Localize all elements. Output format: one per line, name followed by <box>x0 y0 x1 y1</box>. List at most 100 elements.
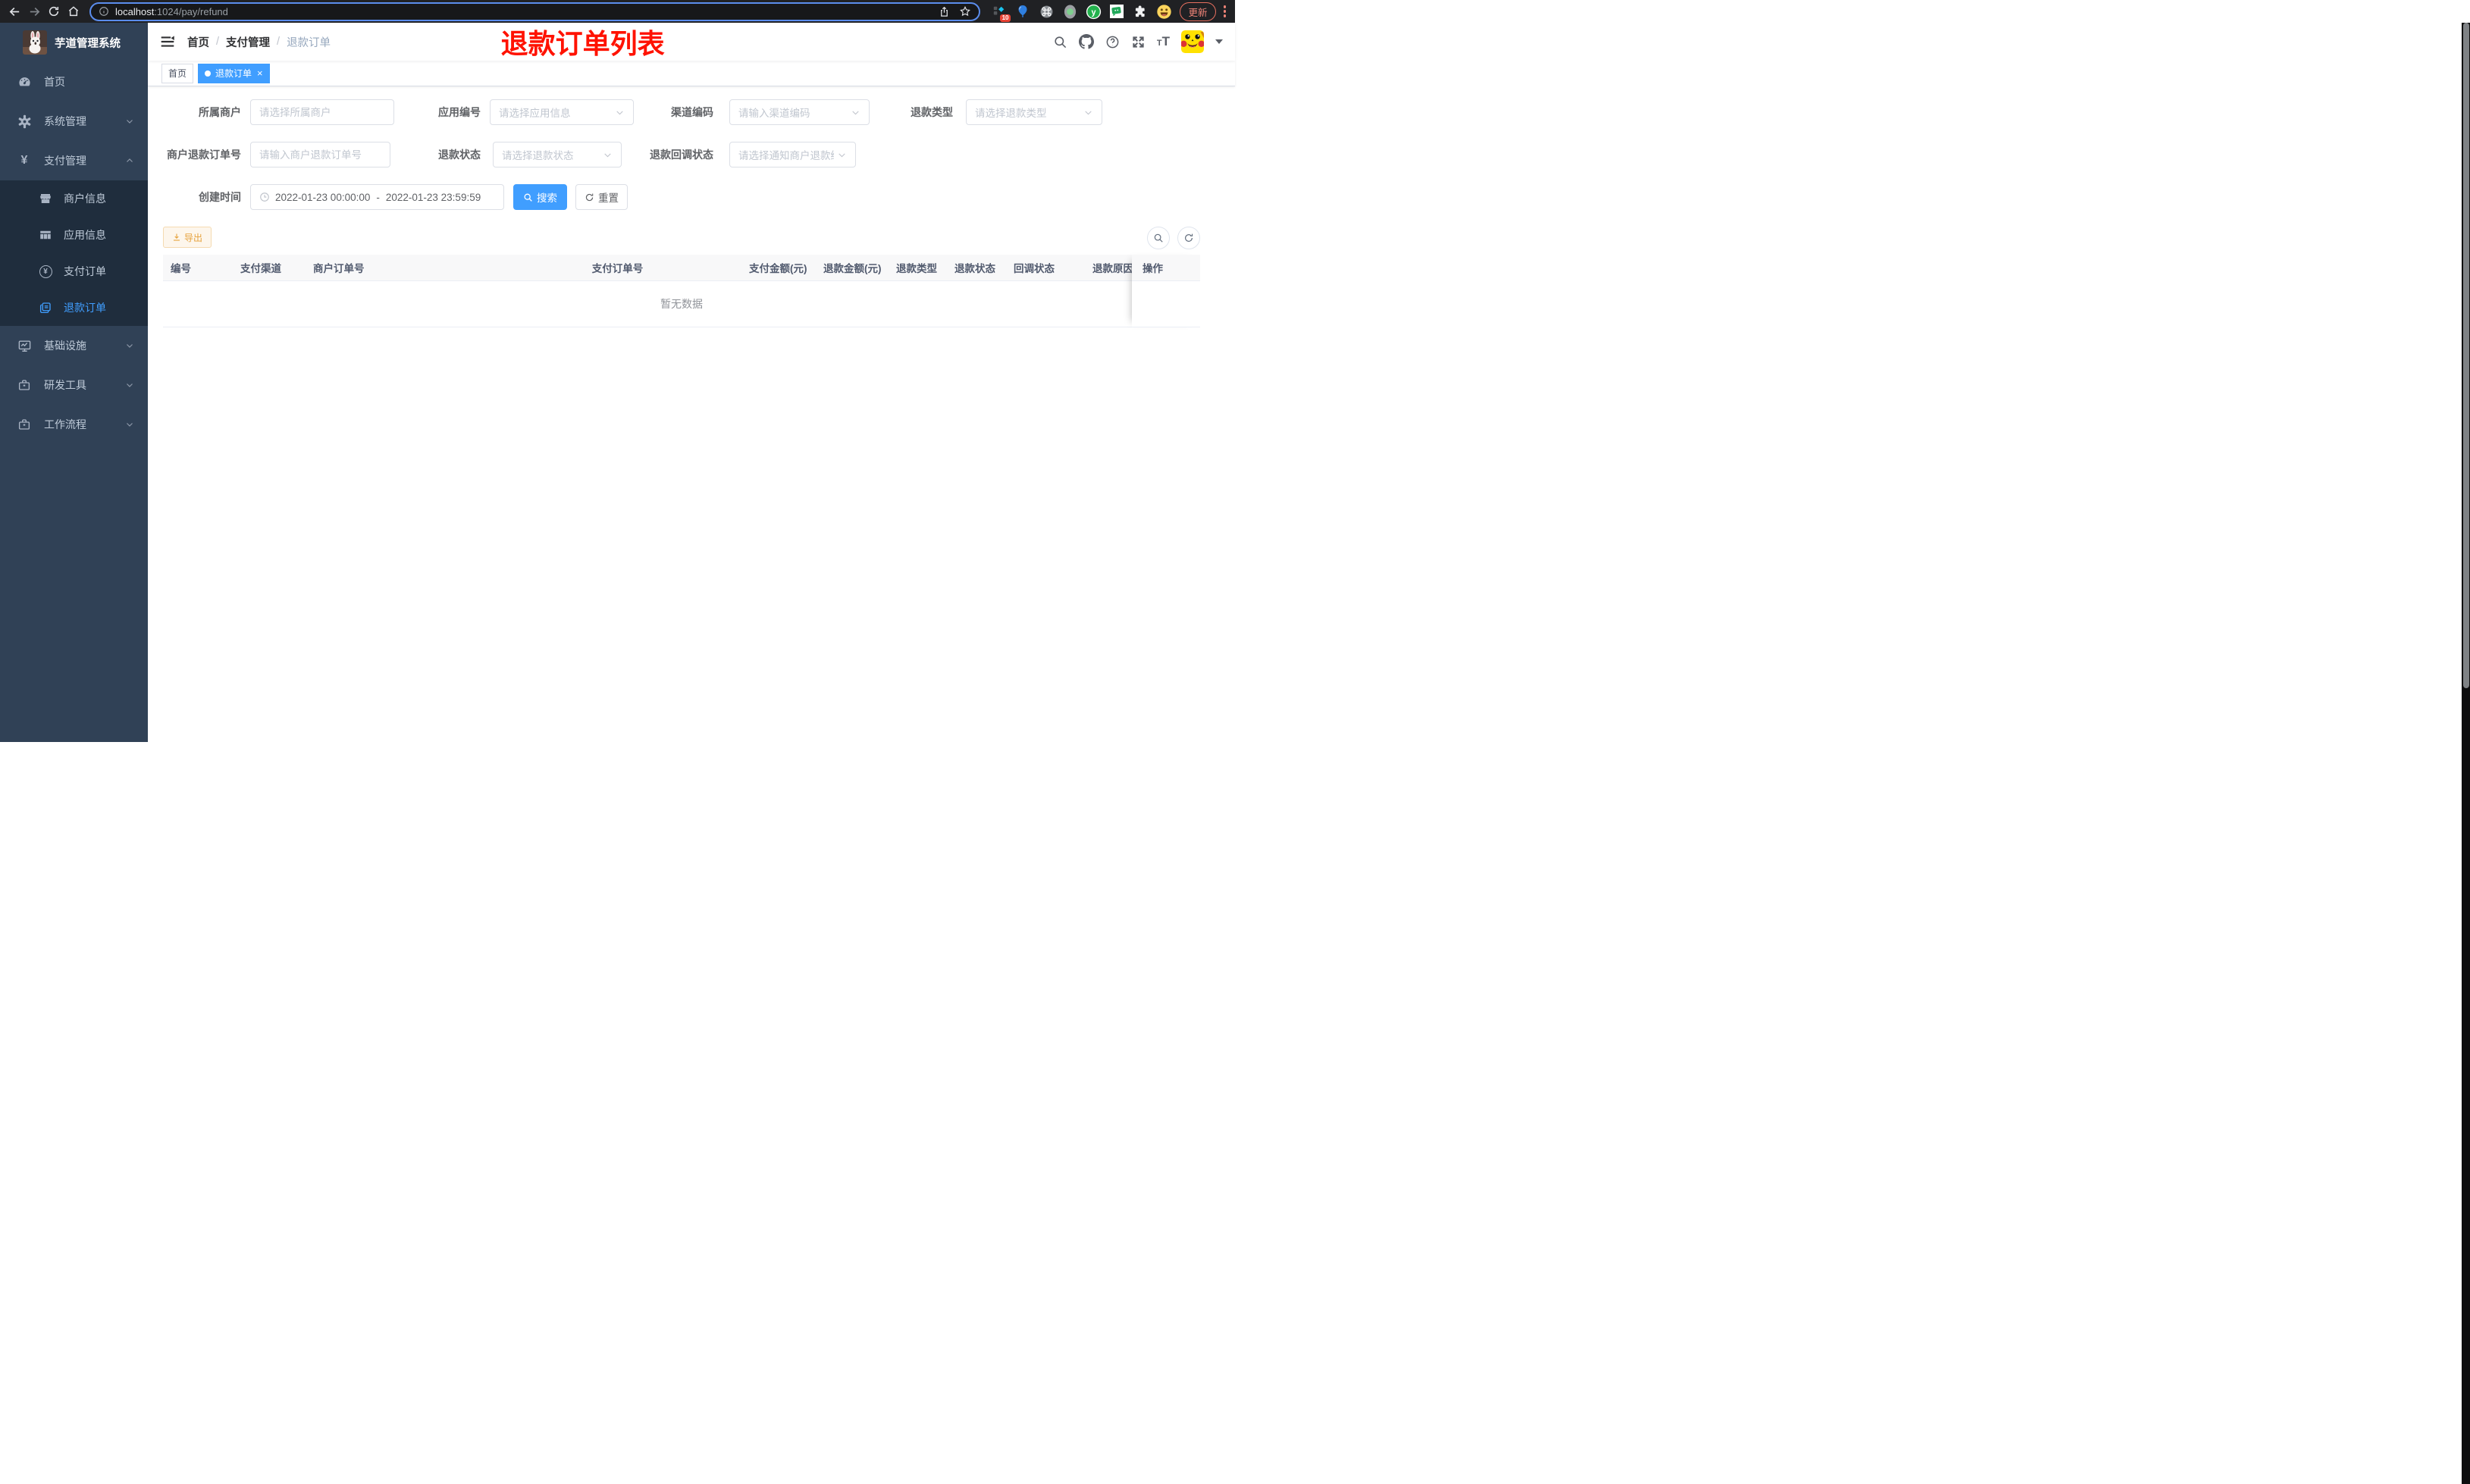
chevron-down-icon <box>1083 108 1093 117</box>
yen-circle-icon: ¥ <box>36 265 55 278</box>
date-range-picker[interactable]: 2022-01-23 00:00:00 - 2022-01-23 23:59:5… <box>250 184 504 210</box>
col-id: 编号 <box>171 263 191 274</box>
extension-icon-y[interactable]: y <box>1085 3 1102 20</box>
chevron-up-icon <box>125 156 134 165</box>
date-start-value[interactable]: 2022-01-23 00:00:00 <box>275 192 370 203</box>
col-operation: 操作 <box>1132 255 1200 281</box>
browser-update-button[interactable]: 更新 <box>1180 2 1216 21</box>
toolbox-icon <box>15 378 33 392</box>
chevron-down-icon <box>125 117 134 126</box>
filter-label-merchant-refund-no: 商户退款订单号 <box>167 149 241 161</box>
col-refund-amount: 退款金额(元) <box>823 263 882 274</box>
notify-status-select[interactable]: 请选择通知商户退款结果 <box>729 142 856 167</box>
user-avatar[interactable] <box>1181 30 1204 53</box>
sidebar-item-refund-order[interactable]: 退款订单 <box>0 290 148 326</box>
browser-back-button[interactable] <box>5 2 24 21</box>
address-bar[interactable]: localhost:1024/pay/refund <box>89 2 981 21</box>
app-logo[interactable]: 芋道管理系统 <box>0 23 148 62</box>
bookmark-star-icon[interactable] <box>959 5 971 17</box>
site-info-icon[interactable] <box>99 6 109 17</box>
svg-text:y: y <box>1091 8 1096 17</box>
github-icon[interactable] <box>1078 34 1094 49</box>
col-refund-status: 退款状态 <box>954 263 995 274</box>
sidebar-item-label: 首页 <box>44 76 65 88</box>
extension-icon-dot[interactable] <box>1061 3 1078 20</box>
breadcrumb-current: 退款订单 <box>287 36 331 49</box>
help-icon[interactable] <box>1105 35 1120 49</box>
table-toolbar <box>1147 227 1200 249</box>
refund-type-select[interactable]: 请选择退款类型 <box>966 99 1102 125</box>
sidebar-item-infra[interactable]: 基础设施 <box>0 326 148 365</box>
browser-menu-icon[interactable] <box>1219 5 1231 17</box>
sidebar-item-label: 商户信息 <box>64 193 106 205</box>
page-content: 所属商户 应用编号 请选择应用信息 渠道编码 请输入渠道编码 退款类型 请选择退… <box>148 86 1235 742</box>
extension-icon-balloon[interactable] <box>1014 3 1031 20</box>
tag-close-icon[interactable]: × <box>257 68 263 78</box>
fullscreen-icon[interactable] <box>1131 35 1146 49</box>
tag-refund-order[interactable]: 退款订单 × <box>198 63 270 83</box>
shop-icon <box>36 192 55 205</box>
breadcrumb: 首页 / 支付管理 / 退款订单 <box>187 34 331 50</box>
font-size-icon[interactable]: TT <box>1157 34 1170 49</box>
sidebar-item-pay[interactable]: ¥ 支付管理 <box>0 141 148 180</box>
extension-row: 10 y <box>991 3 1172 22</box>
sidebar-item-system[interactable]: 系统管理 <box>0 102 148 141</box>
extension-icon-chat[interactable] <box>1108 3 1125 20</box>
filter-label-refund-type: 退款类型 <box>911 106 953 118</box>
sidebar-item-workflow[interactable]: 工作流程 <box>0 405 148 444</box>
sidebar: 芋道管理系统 首页 系统管理 ¥ 支付管理 商户信息 应用信息 ¥ 支付订单 退… <box>0 23 148 742</box>
page-scrollbar[interactable] <box>2462 23 2470 1484</box>
filter-label-create-time: 创建时间 <box>199 191 241 203</box>
sidebar-item-label: 研发工具 <box>44 379 86 391</box>
sidebar-fold-icon[interactable] <box>160 34 175 49</box>
logo-rabbit-image <box>23 30 47 55</box>
export-button[interactable]: 导出 <box>163 227 212 248</box>
refresh-icon[interactable] <box>1177 227 1200 249</box>
tags-view: 首页 退款订单 × <box>148 61 1235 86</box>
chevron-down-icon <box>125 380 134 390</box>
sidebar-item-label: 系统管理 <box>44 115 86 127</box>
search-icon[interactable] <box>1053 35 1067 49</box>
col-pay-order-no: 支付订单号 <box>591 263 644 274</box>
search-button[interactable]: 搜索 <box>513 184 567 210</box>
dashboard-icon <box>15 75 33 89</box>
briefcase-icon <box>15 418 33 431</box>
tag-home[interactable]: 首页 <box>161 63 194 83</box>
fixed-operation-column: 操作 <box>1132 255 1200 327</box>
reset-button[interactable]: 重置 <box>575 184 628 210</box>
profile-emoji-avatar[interactable] <box>1155 3 1172 20</box>
filter-label-merchant: 所属商户 <box>199 106 241 118</box>
date-end-value[interactable]: 2022-01-23 23:59:59 <box>386 192 481 203</box>
sidebar-item-app-info[interactable]: 应用信息 <box>0 217 148 253</box>
browser-forward-button[interactable] <box>24 2 44 21</box>
extension-icon-1[interactable]: 10 <box>991 3 1011 22</box>
table-header: 编号 支付渠道 商户订单号 支付订单号 支付金额(元) 退款金额(元) 退款类型… <box>163 255 1200 281</box>
sidebar-item-label: 工作流程 <box>44 418 86 430</box>
browser-home-button[interactable] <box>64 2 83 21</box>
monitor-chart-icon <box>15 339 33 353</box>
refund-table: 编号 支付渠道 商户订单号 支付订单号 支付金额(元) 退款金额(元) 退款类型… <box>163 255 1200 327</box>
chevron-down-icon <box>837 150 847 160</box>
toggle-search-icon[interactable] <box>1147 227 1170 249</box>
app-title: 芋道管理系统 <box>55 37 121 50</box>
sidebar-item-label: 支付订单 <box>64 265 106 277</box>
extension-icon-command[interactable] <box>1038 3 1055 20</box>
avatar-caret-icon[interactable] <box>1215 39 1223 44</box>
extension-badge: 10 <box>999 14 1011 22</box>
col-merchant-order-no: 商户订单号 <box>313 263 365 274</box>
top-navbar: 首页 / 支付管理 / 退款订单 退款订单列表 T T <box>148 23 1235 61</box>
pay-submenu: 商户信息 应用信息 ¥ 支付订单 退款订单 <box>0 180 148 326</box>
scrollbar-thumb[interactable] <box>2462 23 2469 688</box>
browser-reload-button[interactable] <box>44 2 64 21</box>
chevron-down-icon <box>125 341 134 350</box>
share-icon[interactable] <box>939 6 950 17</box>
extensions-puzzle-icon[interactable] <box>1132 3 1149 20</box>
breadcrumb-pay[interactable]: 支付管理 <box>226 34 270 50</box>
clock-icon <box>259 192 270 202</box>
sidebar-item-home[interactable]: 首页 <box>0 62 148 102</box>
sidebar-item-dev-tools[interactable]: 研发工具 <box>0 365 148 405</box>
sidebar-item-label: 基础设施 <box>44 340 86 352</box>
sidebar-item-pay-order[interactable]: ¥ 支付订单 <box>0 253 148 290</box>
breadcrumb-home[interactable]: 首页 <box>187 34 209 50</box>
sidebar-item-merchant-info[interactable]: 商户信息 <box>0 180 148 217</box>
